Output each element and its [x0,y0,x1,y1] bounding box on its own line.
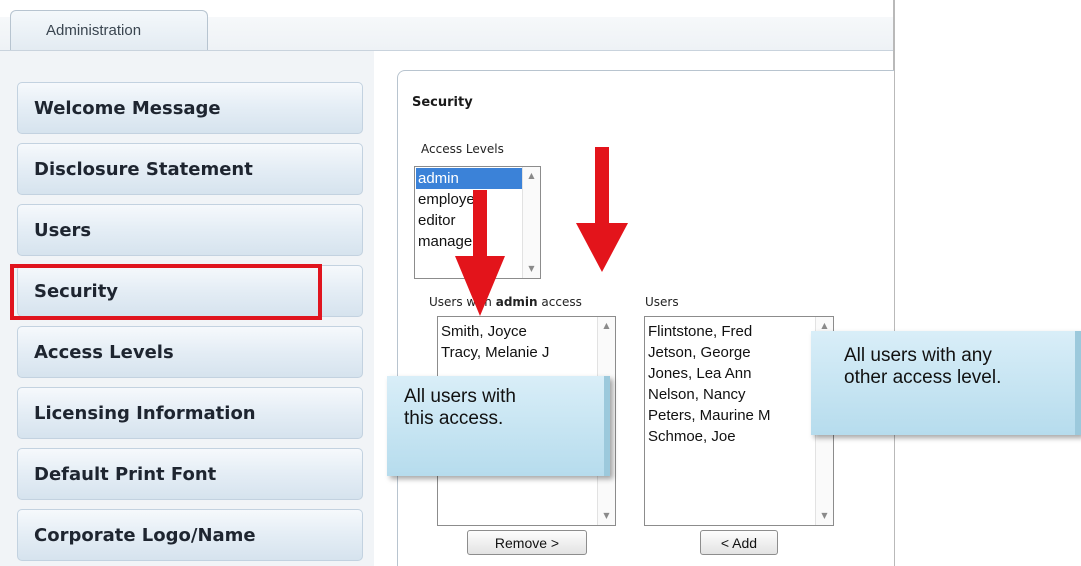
callout-text: All users with any [844,345,992,366]
security-highlight-box [10,264,322,320]
callout-other-users: All users with any other access level. [811,331,1081,435]
users-with-suffix: access [541,295,582,309]
scroll-down-icon[interactable]: ▼ [523,262,540,276]
scroll-up-icon[interactable]: ▲ [523,169,540,183]
arrow-down-icon [576,147,628,272]
scroll-down-icon[interactable]: ▼ [598,509,615,523]
access-level-option[interactable]: admin [416,168,522,189]
list-item[interactable]: Schmoe, Joe [646,426,815,447]
users-with-access-items: Smith, Joyce Tracy, Melanie J [439,321,597,363]
sidebar-item-disclosure-statement[interactable]: Disclosure Statement [17,143,363,195]
sidebar-item-licensing-information[interactable]: Licensing Information [17,387,363,439]
arrow-down-icon [455,190,505,316]
scroll-up-icon[interactable]: ▲ [598,319,615,333]
users-items: Flintstone, Fred Jetson, George Jones, L… [646,321,815,447]
sidebar-item-access-levels[interactable]: Access Levels [17,326,363,378]
sidebar-item-welcome-message[interactable]: Welcome Message [17,82,363,134]
tab-strip-top [378,0,894,8]
tab-administration[interactable]: Administration [10,10,208,50]
list-item[interactable]: Peters, Maurine M [646,405,815,426]
list-item[interactable]: Jetson, George [646,342,815,363]
scroll-down-icon[interactable]: ▼ [816,509,833,523]
users-listbox[interactable]: Flintstone, Fred Jetson, George Jones, L… [644,316,834,526]
list-item[interactable]: Jones, Lea Ann [646,363,815,384]
users-label: Users [645,295,679,309]
callout-users-with-access: All users with this access. [387,376,610,476]
add-button[interactable]: < Add [700,530,778,555]
sidebar-item-corporate-logo-name[interactable]: Corporate Logo/Name [17,509,363,561]
callout-text: All users with [404,386,516,407]
access-levels-label: Access Levels [421,142,504,156]
sidebar-item-users[interactable]: Users [17,204,363,256]
access-levels-scrollbar[interactable]: ▲ ▼ [522,167,540,278]
remove-button[interactable]: Remove > [467,530,587,555]
callout-text: this access. [404,408,504,429]
callout-text: other access level. [844,367,1002,388]
tab-strip: Administration [0,0,894,51]
list-item[interactable]: Nelson, Nancy [646,384,815,405]
sidebar-item-default-print-font[interactable]: Default Print Font [17,448,363,500]
users-with-access-label: Users with admin access [429,295,582,309]
list-item[interactable]: Flintstone, Fred [646,321,815,342]
section-title: Security [412,95,473,110]
list-item[interactable]: Tracy, Melanie J [439,342,597,363]
list-item[interactable]: Smith, Joyce [439,321,597,342]
